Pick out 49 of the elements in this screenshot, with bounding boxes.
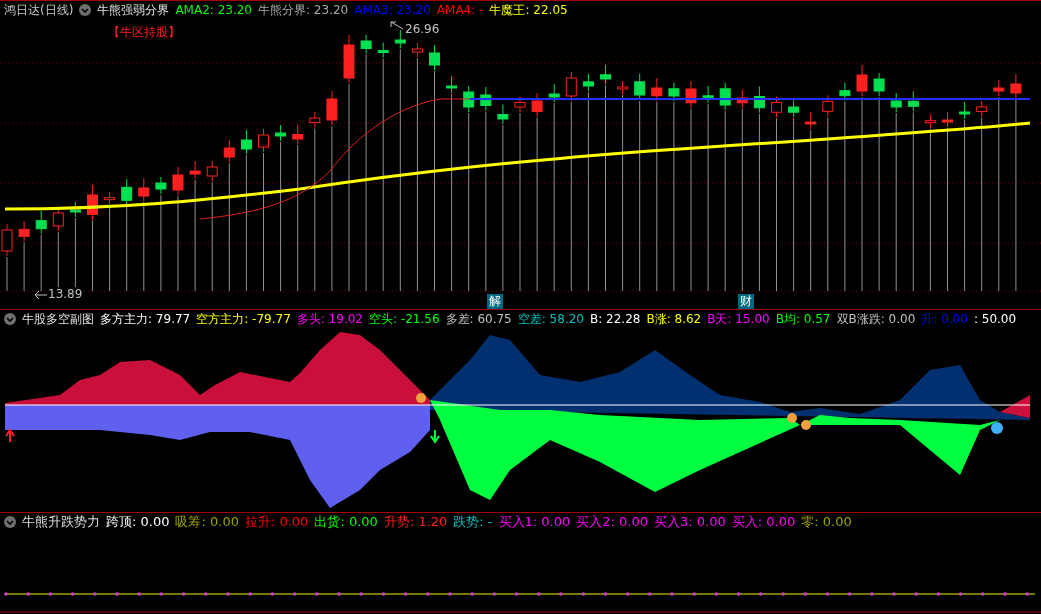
indicator-reading: 买入2: 0.00 — [576, 514, 648, 530]
indicator-reading: 牛魔王: 22.05 — [489, 2, 568, 18]
indicator-reading: 跌势: - — [453, 514, 493, 530]
indicator-reading: 双B涨跌: 0.00 — [836, 311, 916, 327]
indicator-reading: B均: 0.57 — [775, 311, 831, 327]
indicator-reading: AMA2: 23.20 — [175, 2, 252, 18]
indicator-name: 牛熊强弱分界 — [97, 2, 170, 18]
candlestick — [18, 220, 30, 292]
indicator-reading: 升: 0.00 — [921, 311, 968, 327]
indicator-reading: 空差: 58.20 — [517, 311, 584, 327]
signal-icon — [416, 393, 426, 403]
indicator-reading: 买入3: 0.00 — [654, 514, 726, 530]
signal-icon — [991, 422, 1003, 434]
indicator-reading: B: 22.28 — [589, 311, 641, 327]
zone-label: 【牛区持股】 — [108, 25, 180, 39]
indicator-reading: 多头: 19.02 — [296, 311, 363, 327]
indicator-name: 牛熊升跌势力 — [22, 514, 100, 530]
indicator-reading: 多方主力: 79.77 — [100, 311, 191, 327]
indicator-reading: 空头: -21.56 — [369, 311, 440, 327]
indicator-name: 牛股多空副图 — [22, 311, 94, 327]
dropdown-icon[interactable] — [4, 516, 16, 528]
candlestick — [1, 223, 13, 292]
indicator-reading: AMA4: - — [436, 2, 484, 18]
indicator-reading: 牛熊分界: 23.20 — [258, 2, 349, 18]
indicator-reading: 拉升: 0.00 — [244, 514, 309, 530]
indicator-reading: : 50.00 — [973, 311, 1017, 327]
price-label: 26.96 — [405, 22, 440, 36]
indicator-reading: 买入: 0.00 — [731, 514, 796, 530]
arrow-icon — [390, 21, 404, 31]
indicator-reading: 空方主力: -79.77 — [196, 311, 291, 327]
arrow-icon — [34, 290, 48, 300]
dropdown-icon[interactable] — [79, 4, 92, 16]
indicator-reading: 吸筹: 0.00 — [175, 514, 239, 530]
price-label: 13.89 — [48, 287, 83, 301]
dropdown-icon[interactable] — [4, 313, 16, 325]
chart-title: 鸿日达(日线) — [4, 2, 74, 18]
indicator-reading: AMA3: 23.20 — [354, 2, 431, 18]
indicator-reading: 多差: 60.75 — [445, 311, 512, 327]
event-tag[interactable]: 解 — [487, 294, 503, 309]
indicator-reading: 出货: 0.00 — [314, 514, 378, 530]
indicator-reading: 升势: 1.20 — [383, 514, 448, 530]
event-tag[interactable]: 财 — [738, 294, 754, 309]
indicator-reading: 买入1: 0.00 — [498, 514, 571, 530]
indicator-reading: B天: 15.00 — [707, 311, 770, 327]
up-arrow-icon — [5, 428, 15, 443]
down-arrow-icon — [430, 429, 440, 444]
indicator-reading: 零: 0.00 — [801, 514, 852, 530]
indicator-reading: B涨: 8.62 — [646, 311, 702, 327]
indicator-reading: 跨顶: 0.00 — [106, 514, 170, 530]
